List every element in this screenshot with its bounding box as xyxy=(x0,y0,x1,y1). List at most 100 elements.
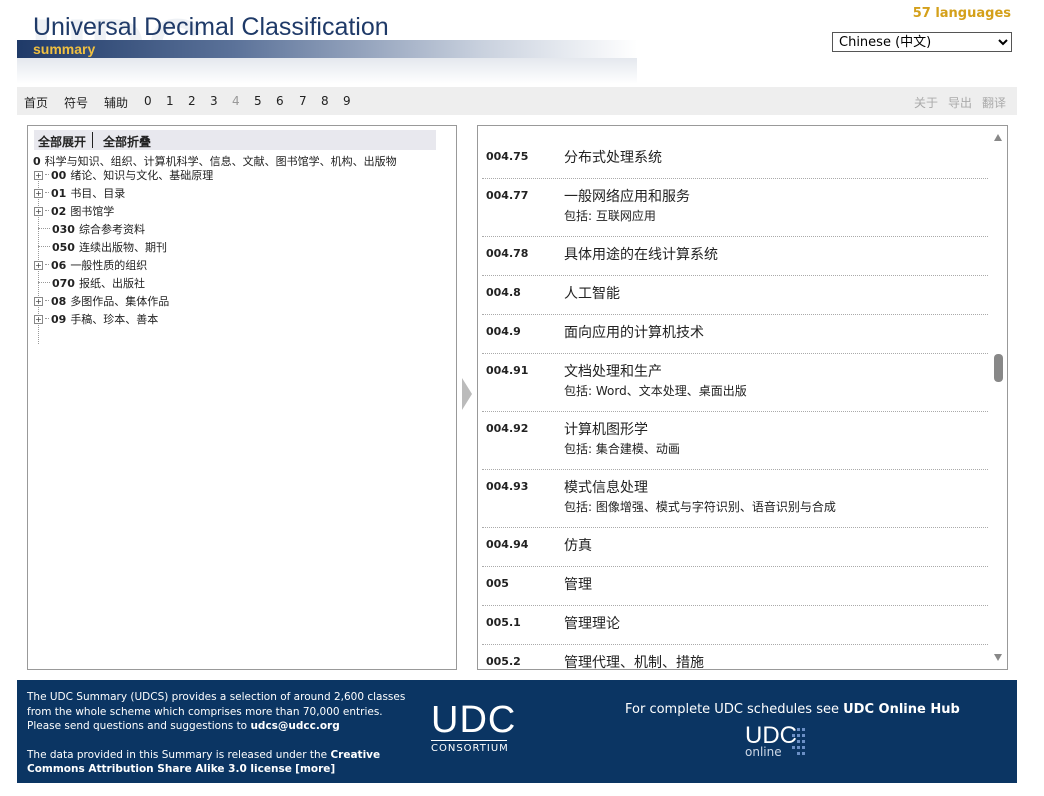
tree-code: 09 xyxy=(51,313,67,326)
class-row[interactable]: 004.91 文档处理和生产 包括: Word、文本处理、桌面出版 xyxy=(482,354,988,412)
nav-class-5[interactable]: 5 xyxy=(254,94,262,108)
tree-panel: 全部展开 全部折叠 0 科学与知识、组织、计算机科学、信息、文献、图书馆学、机构、… xyxy=(27,125,457,670)
class-code: 004.75 xyxy=(486,150,529,163)
tree-code: 030 xyxy=(52,223,75,236)
class-code: 004.8 xyxy=(486,286,521,299)
nav-auxiliaries[interactable]: 辅助 xyxy=(104,94,128,111)
class-row[interactable]: 004.94 仿真 xyxy=(482,528,988,567)
tree-node[interactable]: +09 手稿、珍本、善本 xyxy=(34,312,158,328)
nav-class-7[interactable]: 7 xyxy=(299,94,307,108)
footer-summary: The UDC Summary (UDCS) provides a select… xyxy=(27,690,412,734)
expand-icon[interactable]: + xyxy=(34,297,43,306)
collapse-all-button[interactable]: 全部折叠 xyxy=(103,133,151,150)
expand-icon[interactable]: + xyxy=(34,315,43,324)
tree-label: 报纸、出版社 xyxy=(78,277,145,290)
scroll-thumb[interactable] xyxy=(994,354,1003,382)
class-title: 仿真 xyxy=(564,538,592,554)
tree-label: 绪论、知识与文化、基础原理 xyxy=(70,169,214,182)
class-row[interactable]: 004.9 面向应用的计算机技术 xyxy=(482,315,988,354)
class-title: 管理理论 xyxy=(564,616,620,632)
site-title[interactable]: Universal Decimal Classification xyxy=(33,13,389,42)
panel-splitter-arrow-icon[interactable] xyxy=(462,378,472,410)
nav-class-0[interactable]: 0 xyxy=(144,94,152,108)
class-note: 包括: Word、文本处理、桌面出版 xyxy=(564,384,747,398)
tree-node[interactable]: +08 多图作品、集体作品 xyxy=(34,294,169,310)
class-code: 004.94 xyxy=(486,538,529,551)
tree-node[interactable]: +06 一般性质的组织 xyxy=(34,258,147,274)
banner-band xyxy=(17,40,637,58)
class-row[interactable]: 004.92 计算机图形学 包括: 集合建模、动画 xyxy=(482,412,988,470)
footer-license-text: The data provided in this Summary is rel… xyxy=(27,748,331,761)
nav-about[interactable]: 关于 xyxy=(914,94,938,111)
footer-license: The data provided in this Summary is rel… xyxy=(27,748,412,777)
language-select[interactable]: Chinese (中文) xyxy=(832,32,1012,52)
expand-icon[interactable]: + xyxy=(34,171,43,180)
tree-node[interactable]: +02 图书馆学 xyxy=(34,204,114,220)
class-title: 分布式处理系统 xyxy=(564,150,662,166)
tree-node[interactable]: 030 综合参考资料 xyxy=(38,222,145,238)
tree-label: 科学与知识、组织、计算机科学、信息、文献、图书馆学、机构、出版物 xyxy=(44,155,397,168)
nav-home[interactable]: 首页 xyxy=(24,94,48,111)
tree-code: 070 xyxy=(52,277,75,290)
nav-signs[interactable]: 符号 xyxy=(64,94,88,111)
expand-icon[interactable]: + xyxy=(34,261,43,270)
tree-node[interactable]: +00 绪论、知识与文化、基础原理 xyxy=(34,168,213,184)
logo-udc-text: UDC xyxy=(431,699,517,741)
class-code: 004.78 xyxy=(486,247,529,260)
online-hub-text: For complete UDC schedules see xyxy=(625,702,844,717)
udc-consortium-logo[interactable]: UDC CONSORTIUM xyxy=(431,699,517,754)
class-code: 005.2 xyxy=(486,655,521,668)
nav-class-3[interactable]: 3 xyxy=(210,94,218,108)
class-row[interactable]: 005.2 管理代理、机制、措施 xyxy=(482,645,988,669)
online-hub-promo: For complete UDC schedules see UDC Onlin… xyxy=(625,702,960,717)
footer-summary-text: The UDC Summary (UDCS) provides a select… xyxy=(27,691,406,732)
class-row[interactable]: 004.75 分布式处理系统 xyxy=(482,140,988,179)
tree-code: 06 xyxy=(51,259,67,272)
class-title: 面向应用的计算机技术 xyxy=(564,325,704,341)
class-row[interactable]: 005 管理 xyxy=(482,567,988,606)
tree-code: 08 xyxy=(51,295,67,308)
class-list-scrollbar[interactable] xyxy=(990,126,1007,669)
class-code: 004.93 xyxy=(486,480,529,493)
tree-code: 00 xyxy=(51,169,67,182)
nav-class-6[interactable]: 6 xyxy=(276,94,284,108)
class-row[interactable]: 004.8 人工智能 xyxy=(482,276,988,315)
footer-email-link[interactable]: udcs@udcc.org xyxy=(250,720,339,732)
scroll-up-arrow-icon[interactable] xyxy=(994,134,1002,141)
online-hub-link[interactable]: UDC Online Hub xyxy=(843,702,960,717)
nav-class-9[interactable]: 9 xyxy=(343,94,351,108)
expand-icon[interactable]: + xyxy=(34,189,43,198)
udc-online-logo[interactable]: UDC online xyxy=(745,724,815,760)
class-row[interactable]: 004.77 一般网络应用和服务 包括: 互联网应用 xyxy=(482,179,988,237)
tree-node[interactable]: +01 书目、目录 xyxy=(34,186,125,202)
tree-label: 手稿、珍本、善本 xyxy=(70,313,159,326)
class-title: 管理 xyxy=(564,577,592,593)
expand-icon[interactable]: + xyxy=(34,207,43,216)
tree-node[interactable]: 050 连续出版物、期刊 xyxy=(38,240,167,256)
class-code: 004.9 xyxy=(486,325,521,338)
class-row[interactable]: 004.93 模式信息处理 包括: 图像增强、模式与字符识别、语音识别与合成 xyxy=(482,470,988,528)
tree-label: 连续出版物、期刊 xyxy=(78,241,167,254)
nav-translate[interactable]: 翻译 xyxy=(982,94,1006,111)
scroll-down-arrow-icon[interactable] xyxy=(994,654,1002,661)
class-row[interactable]: 005.1 管理理论 xyxy=(482,606,988,645)
class-code: 005.1 xyxy=(486,616,521,629)
nav-export[interactable]: 导出 xyxy=(948,94,972,111)
logo-consortium-text: CONSORTIUM xyxy=(431,743,509,754)
more-link[interactable]: [more] xyxy=(295,763,335,775)
class-list-panel: 004.75 分布式处理系统 004.77 一般网络应用和服务 包括: 互联网应… xyxy=(477,125,1008,670)
nav-class-2[interactable]: 2 xyxy=(188,94,196,108)
class-title: 具体用途的在线计算系统 xyxy=(564,247,718,263)
nav-bar: 首页 符号 辅助 0 1 2 3 4 5 6 7 8 9 关于 导出 翻译 xyxy=(17,87,1017,115)
class-row[interactable]: 004.78 具体用途的在线计算系统 xyxy=(482,237,988,276)
nav-class-1[interactable]: 1 xyxy=(166,94,174,108)
tree-code: 01 xyxy=(51,187,67,200)
class-code: 005 xyxy=(486,577,509,590)
class-code: 004.92 xyxy=(486,422,529,435)
expand-all-button[interactable]: 全部展开 xyxy=(38,133,86,150)
nav-class-8[interactable]: 8 xyxy=(321,94,329,108)
tree-node[interactable]: 070 报纸、出版社 xyxy=(38,276,145,292)
footer-info: The UDC Summary (UDCS) provides a select… xyxy=(27,690,412,777)
class-note: 包括: 图像增强、模式与字符识别、语音识别与合成 xyxy=(564,500,836,514)
class-note: 包括: 互联网应用 xyxy=(564,209,656,223)
